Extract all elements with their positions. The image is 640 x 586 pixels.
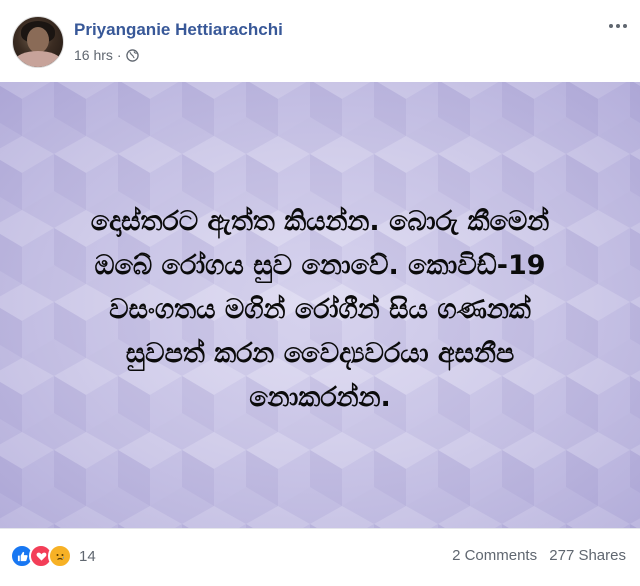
image-text-line: වසංගතය මගින් රෝගීන් සිය ගණනක් xyxy=(109,294,531,325)
reaction-summary[interactable]: 14 xyxy=(10,544,96,568)
post-footer: 14 2 Comments 277 Shares xyxy=(0,528,640,586)
reaction-count: 14 xyxy=(79,547,96,565)
author-avatar[interactable] xyxy=(12,16,64,68)
image-text-line: දොස්තරට ඇත්ත කියන්න. බොරු කීමෙන් xyxy=(90,206,550,237)
image-text: දොස්තරට ඇත්ත කියන්න. බොරු කීමෙන් ඔබේ රෝග… xyxy=(20,200,620,420)
comments-link[interactable]: 2 Comments xyxy=(452,547,537,564)
engagement-stats: 2 Comments 277 Shares xyxy=(444,547,626,564)
post-image[interactable]: දොස්තරට ඇත්ත කියන්න. බොරු කීමෙන් ඔබේ රෝග… xyxy=(0,82,640,528)
image-text-line: ඔබේ රෝගය සුව නොවේ. කොවිඩ්-19 xyxy=(94,250,546,281)
post-time[interactable]: 16 hrs xyxy=(74,47,113,63)
image-text-line: නොකරන්න. xyxy=(249,382,391,413)
meta-separator: · xyxy=(116,47,122,63)
shares-link[interactable]: 277 Shares xyxy=(549,547,626,564)
sad-icon xyxy=(48,544,72,568)
more-options-icon[interactable] xyxy=(606,18,630,34)
post-header: Priyanganie Hettiarachchi 16 hrs · xyxy=(0,0,640,82)
author-name[interactable]: Priyanganie Hettiarachchi xyxy=(74,20,283,40)
image-text-line: සුවපත් කරන වෛද්‍යවරයා අසනීප xyxy=(125,338,515,369)
post-meta: 16 hrs · xyxy=(74,47,139,63)
globe-icon xyxy=(125,48,139,62)
